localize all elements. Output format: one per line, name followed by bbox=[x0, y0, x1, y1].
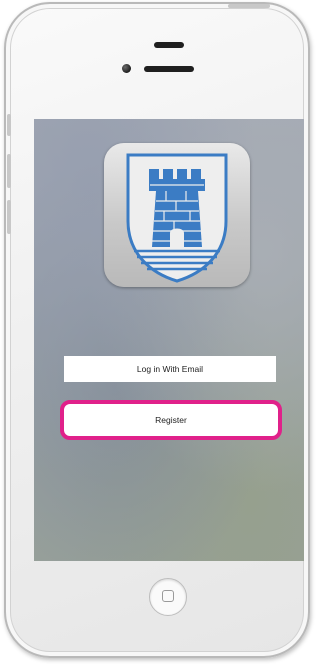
register-button[interactable]: Register bbox=[68, 408, 274, 432]
register-highlight: Register bbox=[60, 400, 282, 440]
log-in-with-email-button[interactable]: Log in With Email bbox=[64, 356, 276, 382]
castle-tower-shield-icon bbox=[104, 143, 250, 287]
home-square-icon bbox=[162, 590, 174, 602]
volume-up-button bbox=[7, 154, 11, 188]
page: Log in With Email Register bbox=[0, 0, 316, 664]
app-screen: Log in With Email Register bbox=[34, 119, 304, 561]
home-button[interactable] bbox=[149, 578, 187, 616]
volume-down-button bbox=[7, 200, 11, 234]
earpiece-speaker-icon bbox=[144, 66, 194, 72]
sensor-slot bbox=[154, 42, 184, 48]
phone-frame: Log in With Email Register bbox=[4, 2, 310, 658]
front-camera-icon bbox=[122, 64, 131, 73]
mute-switch bbox=[7, 114, 11, 136]
power-button bbox=[228, 4, 270, 8]
